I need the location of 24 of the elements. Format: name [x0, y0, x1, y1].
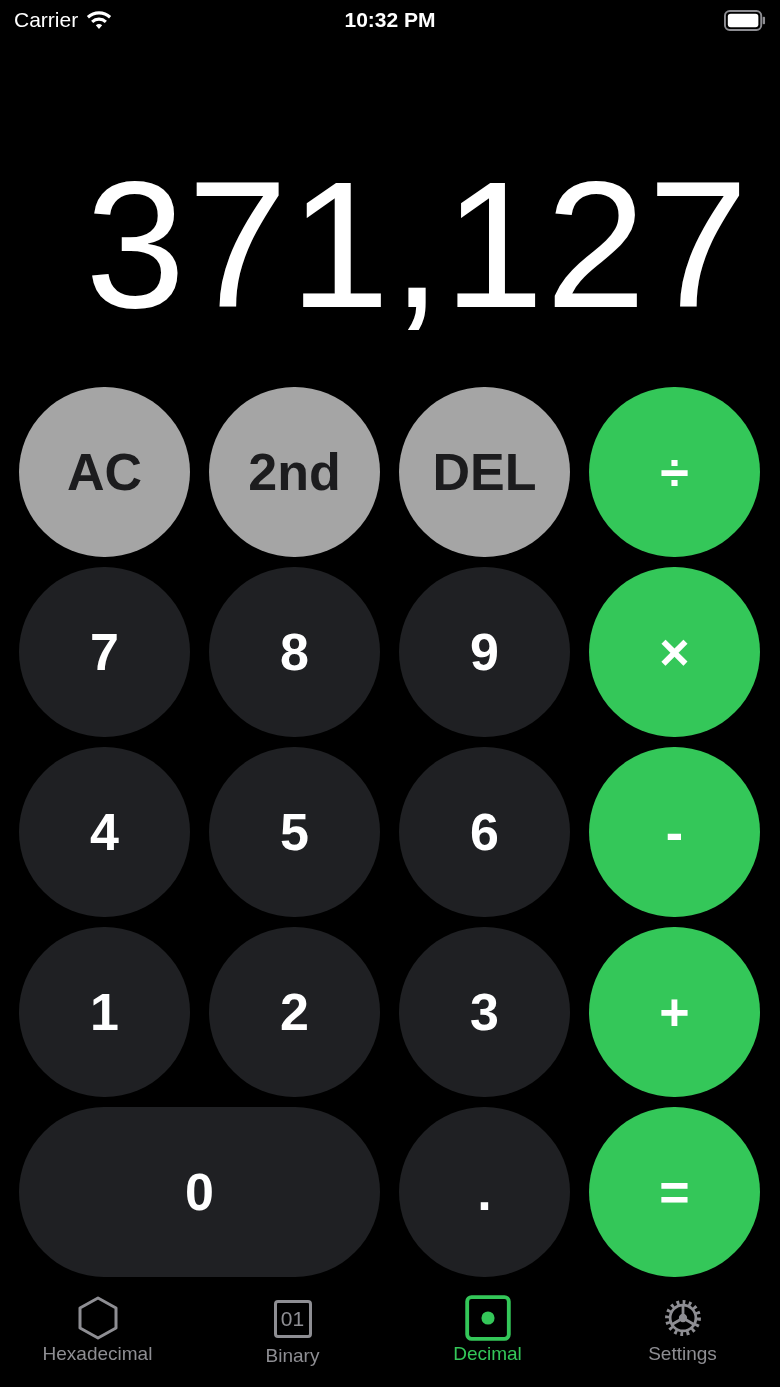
carrier-name: Carrier	[14, 8, 79, 32]
tab[interactable]: Settings	[585, 1295, 780, 1367]
calculator-key[interactable]: 9	[399, 567, 570, 737]
tab[interactable]: Decimal	[390, 1295, 585, 1367]
calculator-key[interactable]: .	[399, 1107, 570, 1277]
battery-icon	[724, 9, 766, 31]
wifi-icon	[86, 10, 113, 30]
display-value: 371,127	[85, 155, 750, 335]
calculator-key[interactable]: 6	[399, 747, 570, 917]
calculator-key[interactable]: 2	[209, 927, 380, 1097]
calculator-key[interactable]: 8	[209, 567, 380, 737]
calculator-key[interactable]: 7	[19, 567, 190, 737]
calculator-key[interactable]: 2nd	[209, 387, 380, 557]
tab[interactable]: Hexadecimal	[0, 1295, 195, 1367]
calculator-key[interactable]: 0	[19, 1107, 380, 1277]
status-time: 10:32 PM	[344, 8, 436, 32]
binary-icon: 01	[273, 1300, 312, 1338]
calculator-key[interactable]: DEL	[399, 387, 570, 557]
calculator-key[interactable]: 4	[19, 747, 190, 917]
calculator-key[interactable]: AC	[19, 387, 190, 557]
tab[interactable]: 01 Binary	[195, 1295, 390, 1367]
calculator-key[interactable]: 3	[399, 927, 570, 1097]
calculator-key[interactable]: 5	[209, 747, 380, 917]
calculator-key[interactable]: 1	[19, 927, 190, 1097]
